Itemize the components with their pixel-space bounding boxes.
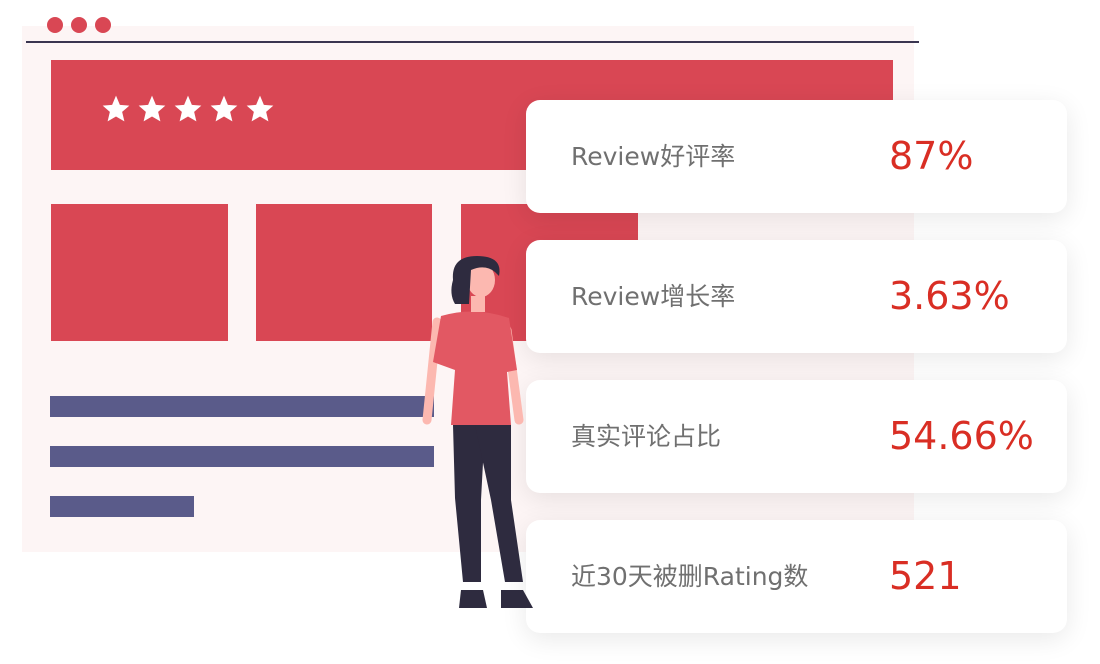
- metric-label: 近30天被删Rating数: [571, 562, 809, 591]
- star-icon: [174, 95, 202, 122]
- browser-divider: [26, 41, 919, 43]
- person-illustration: [422, 256, 533, 608]
- metric-card-positive-rate: Review好评率 87%: [526, 100, 1067, 213]
- metric-card-real-review-ratio: 真实评论占比 54.66%: [526, 380, 1067, 493]
- window-dot-icon: [71, 17, 87, 33]
- metric-value: 521: [889, 554, 962, 598]
- star-icon: [138, 95, 166, 122]
- five-star-rating: [100, 93, 276, 125]
- content-block: [51, 204, 228, 341]
- content-block: [256, 204, 432, 341]
- window-dot-icon: [47, 17, 63, 33]
- star-icon: [246, 95, 274, 122]
- metric-label: Review好评率: [571, 142, 736, 171]
- window-dot-icon: [95, 17, 111, 33]
- text-line-placeholder: [50, 446, 434, 467]
- metric-label: 真实评论占比: [571, 422, 722, 451]
- metric-label: Review增长率: [571, 282, 736, 311]
- star-icon: [210, 95, 238, 122]
- metric-card-deleted-ratings: 近30天被删Rating数 521: [526, 520, 1067, 633]
- text-line-placeholder: [50, 496, 194, 517]
- metric-value: 87%: [889, 134, 974, 178]
- star-icon: [102, 95, 130, 122]
- metric-value: 54.66%: [889, 414, 1034, 458]
- metric-card-growth-rate: Review增长率 3.63%: [526, 240, 1067, 353]
- text-line-placeholder: [50, 396, 434, 417]
- metric-value: 3.63%: [889, 274, 1010, 318]
